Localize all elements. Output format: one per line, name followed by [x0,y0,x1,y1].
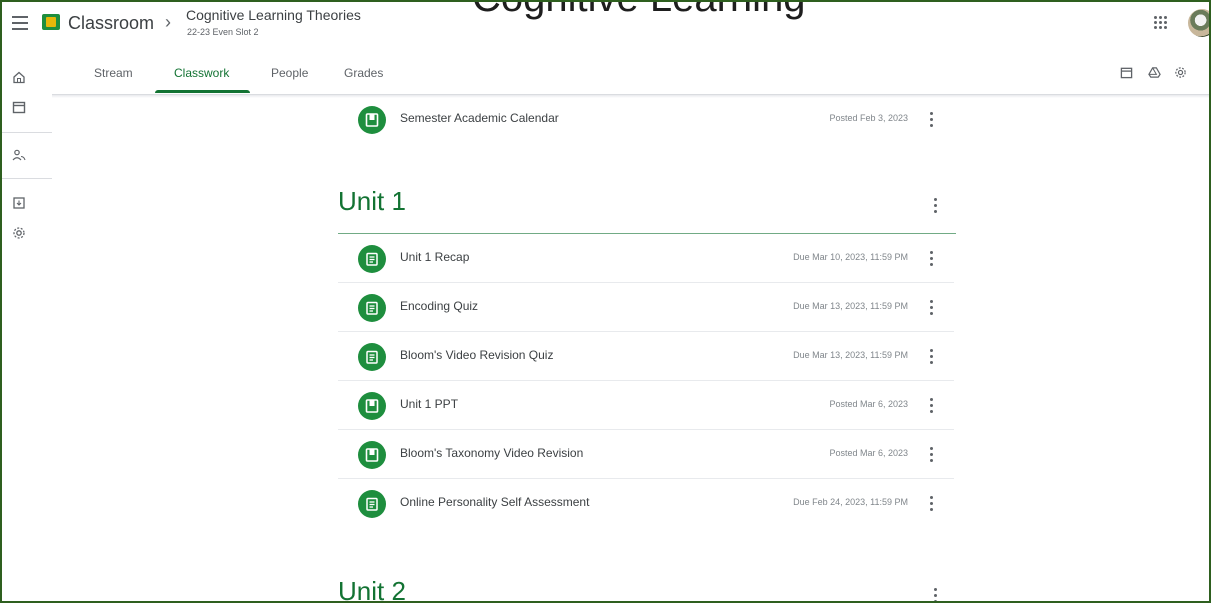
assignment-icon [358,490,386,518]
item-title: Online Personality Self Assessment [400,495,590,509]
more-vert-icon[interactable] [930,398,934,414]
item-title: Bloom's Video Revision Quiz [400,348,554,362]
course-name[interactable]: Cognitive Learning Theories [186,7,361,23]
row-divider [338,331,954,332]
tab-classwork[interactable]: Classwork [174,66,229,80]
classroom-logo-icon[interactable] [42,14,60,30]
list-item[interactable]: Unit 1 Recap Due Mar 10, 2023, 11:59 PM [338,235,954,283]
app-name[interactable]: Classroom [68,13,154,34]
item-date: Posted Mar 6, 2023 [829,399,908,409]
gear-icon[interactable] [12,226,26,240]
drive-icon[interactable] [1148,66,1161,79]
list-item[interactable]: Online Personality Self Assessment Due F… [338,480,954,528]
row-divider [338,380,954,381]
item-title: Unit 1 PPT [400,397,459,411]
more-vert-icon[interactable] [930,300,934,316]
item-date: Posted Mar 6, 2023 [829,448,908,458]
material-icon [358,392,386,420]
material-icon [358,106,386,134]
hamburger-icon[interactable] [12,16,28,30]
row-divider [338,478,954,479]
item-title: Semester Academic Calendar [400,111,559,125]
list-item[interactable]: Encoding Quiz Due Mar 13, 2023, 11:59 PM [338,284,954,332]
topic-title[interactable]: Unit 2 [338,576,406,601]
item-due: Due Mar 10, 2023, 11:59 PM [793,252,908,262]
more-vert-icon[interactable] [930,447,934,463]
more-vert-icon[interactable] [934,198,938,214]
list-item[interactable]: Bloom's Taxonomy Video Revision Posted M… [338,431,954,479]
archive-icon[interactable] [12,196,26,210]
avatar[interactable] [1188,9,1209,37]
tab-bar: Stream Classwork People Grades [52,54,1209,95]
calendar-icon[interactable] [12,100,26,114]
item-title: Bloom's Taxonomy Video Revision [400,446,584,460]
row-divider [338,429,954,430]
item-due: Due Feb 24, 2023, 11:59 PM [793,497,908,507]
tab-grades[interactable]: Grades [344,66,383,80]
row-divider [338,282,954,283]
list-item[interactable]: Bloom's Video Revision Quiz Due Mar 13, … [338,333,954,381]
material-icon [358,441,386,469]
more-vert-icon[interactable] [930,349,934,365]
top-bar: Classroom › Cognitive Learning Theories … [2,2,1209,50]
apps-grid-icon[interactable] [1154,16,1168,30]
topic-title[interactable]: Unit 1 [338,186,406,217]
item-due: Due Mar 13, 2023, 11:59 PM [793,301,908,311]
app-frame: Cognitive Learning Classroom › Cognitive… [0,0,1211,603]
more-vert-icon[interactable] [930,112,934,128]
list-item[interactable]: Semester Academic Calendar Posted Feb 3,… [338,96,954,144]
more-vert-icon[interactable] [930,496,934,512]
assignment-icon [358,245,386,273]
active-tab-indicator [155,90,250,93]
assignment-icon [358,294,386,322]
rail-divider [2,132,52,133]
chevron-right-icon: › [165,12,171,32]
item-title: Unit 1 Recap [400,250,470,264]
home-icon[interactable] [12,70,26,84]
rail-divider [2,178,52,179]
item-title: Encoding Quiz [400,299,479,313]
course-section: 22-23 Even Slot 2 [187,27,259,37]
calendar-icon[interactable] [1120,66,1133,79]
more-vert-icon[interactable] [934,588,938,601]
item-due: Due Mar 13, 2023, 11:59 PM [793,350,908,360]
more-vert-icon[interactable] [930,251,934,267]
topic-divider [338,233,956,234]
people-icon[interactable] [12,148,26,162]
list-item[interactable]: Unit 1 PPT Posted Mar 6, 2023 [338,382,954,430]
gear-icon[interactable] [1174,66,1187,79]
tab-stream[interactable]: Stream [94,66,133,80]
left-rail [2,50,52,601]
assignment-icon [358,343,386,371]
tab-people[interactable]: People [271,66,308,80]
item-date: Posted Feb 3, 2023 [829,113,908,123]
